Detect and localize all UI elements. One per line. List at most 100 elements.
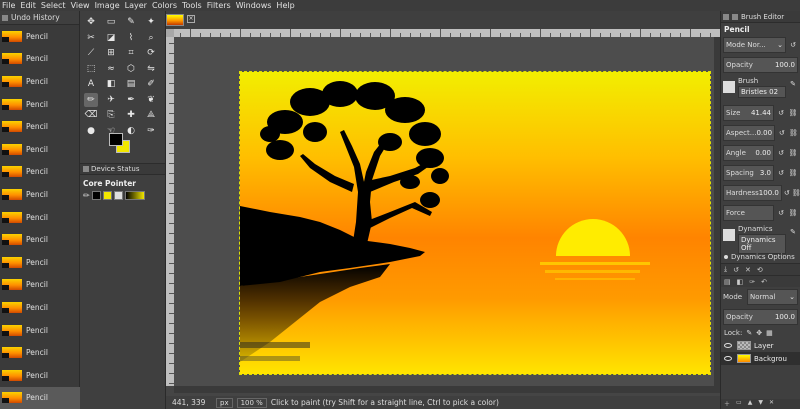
ruler-corner[interactable]: [166, 29, 174, 37]
layer-row[interactable]: Layer: [721, 339, 800, 352]
paint-mode-select[interactable]: Mode Nor... ⌄: [723, 37, 786, 53]
param-slider[interactable]: Size 41.44: [723, 105, 774, 121]
menu-file[interactable]: File: [2, 0, 15, 11]
dynamics-value[interactable]: Dynamics Off: [738, 234, 786, 254]
heal-icon[interactable]: ✚: [124, 108, 138, 122]
tool-options-tab-icon[interactable]: [723, 13, 729, 20]
reset-icon[interactable]: ↺: [784, 186, 790, 200]
undo-history-item[interactable]: Pencil: [0, 93, 80, 116]
param-slider[interactable]: Angle 0.00: [723, 145, 774, 161]
reset-icon[interactable]: ↺: [776, 146, 786, 160]
dynamics-icon[interactable]: [723, 229, 735, 241]
undo-history-item[interactable]: Pencil: [0, 161, 80, 184]
unified-transform-icon[interactable]: ⬚: [84, 62, 98, 76]
zoom-selector[interactable]: 100 %: [236, 397, 267, 408]
restore-icon[interactable]: ↺: [733, 266, 739, 274]
layer-opacity-slider[interactable]: Opacity 100.0: [723, 309, 798, 325]
cage-icon[interactable]: ⬡: [124, 62, 138, 76]
menu-image[interactable]: Image: [95, 0, 120, 11]
link-icon[interactable]: ⛓: [788, 206, 798, 220]
delete-layer-icon[interactable]: ✕: [769, 399, 774, 409]
reset-icon[interactable]: ↺: [776, 166, 786, 180]
layer-row[interactable]: Backgrou: [721, 352, 800, 365]
undo-history-item[interactable]: Pencil: [0, 70, 80, 93]
link-icon[interactable]: ⛓: [788, 166, 798, 180]
menu-filters[interactable]: Filters: [207, 0, 231, 11]
link-icon[interactable]: ⛓: [788, 106, 798, 120]
param-slider[interactable]: Hardness 100.0: [723, 185, 782, 201]
undo-history-tab[interactable]: Undo History: [0, 11, 79, 25]
rect-select-icon[interactable]: ▭: [104, 15, 118, 29]
dynamics-options-expander[interactable]: Dynamics Options: [721, 251, 800, 263]
paintbrush-icon[interactable]: ✐: [144, 77, 158, 91]
link-icon[interactable]: ⛓: [788, 146, 798, 160]
lock-alpha-icon[interactable]: ▦: [766, 329, 773, 337]
foreground-color-swatch[interactable]: [109, 133, 123, 146]
clone-icon[interactable]: ⎘: [104, 108, 118, 122]
undo-history-item[interactable]: Pencil: [0, 115, 80, 138]
undo-history-item[interactable]: Pencil: [0, 183, 80, 206]
param-slider[interactable]: Aspect... 0.00: [723, 125, 776, 141]
menu-view[interactable]: View: [71, 0, 90, 11]
visibility-icon[interactable]: [724, 356, 732, 361]
brush-name[interactable]: Bristles 02: [738, 86, 786, 98]
lock-position-icon[interactable]: ✥: [756, 329, 762, 337]
fuzzy-select-icon[interactable]: ✦: [144, 15, 158, 29]
bucket-fill-icon[interactable]: ◧: [104, 77, 118, 91]
menu-edit[interactable]: Edit: [20, 0, 36, 11]
link-icon[interactable]: ⛓: [789, 126, 798, 140]
paths-tab-icon[interactable]: ✑: [749, 278, 755, 286]
channels-tab-icon[interactable]: ◧: [737, 278, 744, 286]
undo-history-item[interactable]: Pencil: [0, 138, 80, 161]
eraser-icon[interactable]: ⌫: [84, 108, 98, 122]
foreground-select-icon[interactable]: ◪: [104, 31, 118, 45]
undo-history-item[interactable]: Pencil: [0, 296, 80, 319]
reset-icon[interactable]: ↺: [777, 126, 786, 140]
reset-icon[interactable]: ↺: [788, 38, 798, 52]
close-icon[interactable]: ×: [187, 15, 195, 23]
delete-icon[interactable]: ✕: [745, 266, 751, 274]
lower-layer-icon[interactable]: ▼: [758, 399, 763, 409]
menu-tools[interactable]: Tools: [182, 0, 202, 11]
reset-icon[interactable]: ↺: [776, 206, 786, 220]
measure-icon[interactable]: ⟋: [84, 46, 98, 60]
color-swatches[interactable]: [107, 131, 133, 155]
ink-icon[interactable]: ✒: [124, 93, 138, 107]
eyedropper-icon[interactable]: ⌇: [124, 31, 138, 45]
vertical-ruler[interactable]: [166, 37, 174, 386]
image-tab-thumbnail[interactable]: [166, 14, 184, 26]
scissors-icon[interactable]: ✂: [84, 31, 98, 45]
unit-selector[interactable]: px: [216, 397, 233, 408]
airbrush-icon[interactable]: ✈: [104, 93, 118, 107]
brush-editor-tab-label[interactable]: Brush Editor: [741, 13, 784, 21]
undo-history-item[interactable]: Pencil: [0, 341, 80, 364]
menu-colors[interactable]: Colors: [152, 0, 177, 11]
menu-windows[interactable]: Windows: [236, 0, 272, 11]
undo-history-item[interactable]: Pencil: [0, 48, 80, 71]
brush-preview-icon[interactable]: [723, 81, 735, 93]
raise-layer-icon[interactable]: ▲: [748, 399, 753, 409]
edit-dynamics-icon[interactable]: ✎: [788, 225, 798, 239]
undo-tab-icon[interactable]: ↶: [761, 278, 767, 286]
link-icon[interactable]: ⛓: [792, 186, 800, 200]
gradient-icon[interactable]: ▤: [124, 77, 138, 91]
undo-history-item[interactable]: Pencil: [0, 25, 80, 48]
new-group-icon[interactable]: ▭: [736, 399, 742, 409]
layer-mode-select[interactable]: Normal ⌄: [747, 289, 798, 305]
brush-editor-tab-icon[interactable]: [732, 13, 738, 20]
horizontal-scrollbar[interactable]: [174, 386, 720, 393]
undo-history-item[interactable]: Pencil: [0, 274, 80, 297]
zoom-icon[interactable]: ⌕: [144, 31, 158, 45]
save-icon[interactable]: ⤓: [724, 265, 727, 274]
move-icon[interactable]: ✥: [84, 15, 98, 29]
undo-history-item[interactable]: Pencil: [0, 251, 80, 274]
undo-history-item[interactable]: Pencil: [0, 319, 80, 342]
horizontal-ruler[interactable]: [174, 29, 720, 37]
new-layer-icon[interactable]: ＋: [724, 399, 730, 409]
menu-layer[interactable]: Layer: [125, 0, 147, 11]
opacity-slider[interactable]: Opacity 100.0: [723, 57, 798, 73]
warp-icon[interactable]: ≈: [104, 62, 118, 76]
flip-icon[interactable]: ⇋: [144, 62, 158, 76]
align-icon[interactable]: ⊞: [104, 46, 118, 60]
param-slider[interactable]: Force: [723, 205, 774, 221]
